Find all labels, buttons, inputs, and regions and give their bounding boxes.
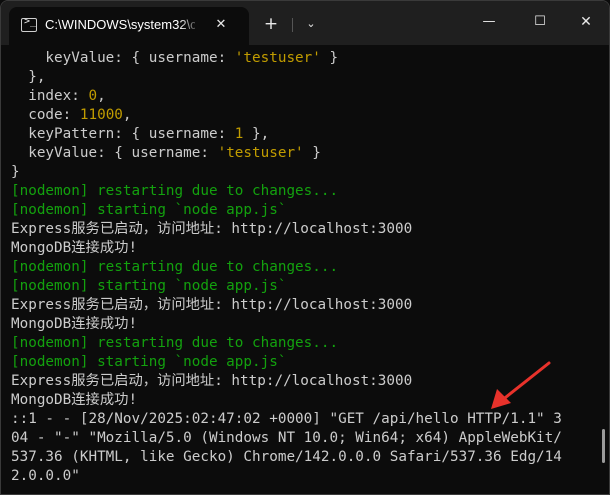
terminal-window: >_ C:\WINDOWS\system32\cmd.exe ✕ + ⌄ — ☐… (0, 0, 610, 495)
red-arrow-annotation-icon (491, 361, 551, 409)
